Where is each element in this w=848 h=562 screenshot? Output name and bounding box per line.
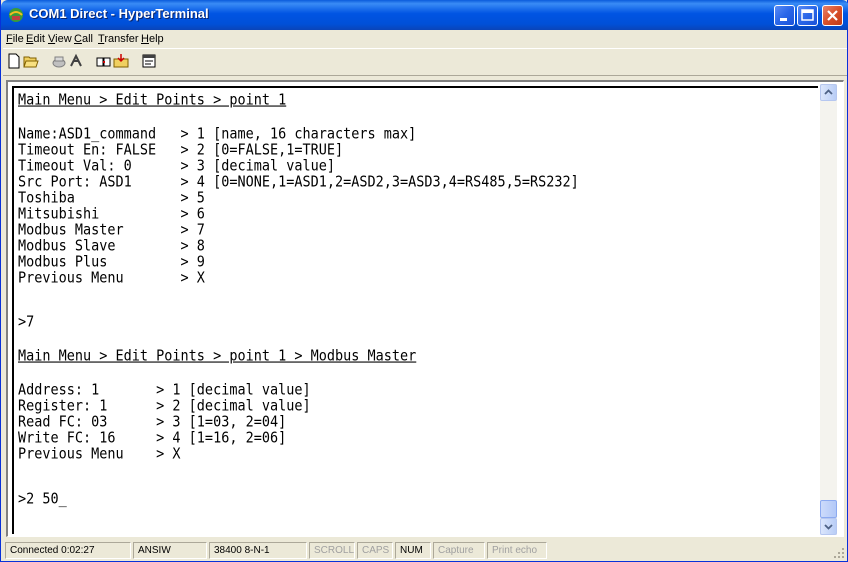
receive-icon[interactable] [113, 53, 129, 69]
open-icon[interactable] [23, 53, 39, 69]
status-bar: Connected 0:02:27 ANSIW 38400 8-N-1 SCRO… [3, 540, 847, 561]
terminal-line: Src Port: ASD1 > 4 [0=NONE,1=ASD1,2=ASD2… [18, 173, 579, 191]
terminal-screen[interactable]: Main Menu > Edit Points > point 1 Name:A… [10, 84, 818, 534]
hyperterminal-window: COM1 Direct - HyperTerminal File Edit Vi… [0, 0, 848, 562]
terminal-frame: Main Menu > Edit Points > point 1 Name:A… [6, 80, 844, 537]
terminal-line: Previous Menu > X [18, 269, 205, 287]
terminal-line: Name:ASD1_command > 1 [name, 16 characte… [18, 125, 417, 143]
menu-edit[interactable]: Edit [26, 33, 45, 45]
terminal-input-line[interactable]: >2 50_ [18, 490, 67, 508]
status-capture: Capture [433, 542, 485, 559]
terminal-line: Mitsubishi > 6 [18, 205, 205, 223]
terminal-line: Read FC: 03 > 3 [1=03, 2=04] [18, 413, 287, 431]
terminal-line: Write FC: 16 > 4 [1=16, 2=06] [18, 429, 287, 447]
minimize-button[interactable] [774, 5, 795, 26]
status-scroll: SCROLL [309, 542, 355, 559]
status-print-echo: Print echo [487, 542, 547, 559]
breadcrumb: Main Menu > Edit Points > point 1 [18, 91, 287, 109]
breadcrumb: Main Menu > Edit Points > point 1 > Modb… [18, 347, 417, 365]
terminal-line: Previous Menu > X [18, 445, 181, 463]
terminal-line: Timeout Val: 0 > 3 [decimal value] [18, 157, 335, 175]
toolbar [3, 48, 847, 76]
resize-grip-icon[interactable] [833, 547, 845, 559]
menu-transfer[interactable]: Transfer [98, 33, 139, 45]
maximize-button[interactable] [797, 5, 818, 26]
menu-view[interactable]: View [48, 33, 72, 45]
status-connected-time: Connected 0:02:27 [5, 542, 131, 559]
title-bar[interactable]: COM1 Direct - HyperTerminal [1, 0, 848, 30]
vertical-scrollbar[interactable] [820, 84, 837, 535]
close-button[interactable] [822, 5, 843, 26]
new-connection-icon[interactable] [6, 53, 22, 69]
scroll-up-button[interactable] [820, 84, 837, 101]
menu-file[interactable]: File [6, 33, 24, 45]
status-emulation: ANSIW [133, 542, 207, 559]
properties-icon[interactable] [141, 53, 157, 69]
status-caps: CAPS [357, 542, 393, 559]
terminal-line: >7 [18, 313, 35, 331]
terminal-line: Toshiba > 5 [18, 189, 205, 207]
menu-help[interactable]: Help [141, 33, 164, 45]
disconnect-icon[interactable] [68, 53, 84, 69]
status-num: NUM [395, 542, 431, 559]
terminal-line: Timeout En: FALSE > 2 [0=FALSE,1=TRUE] [18, 141, 344, 159]
terminal-line: Register: 1 > 2 [decimal value] [18, 397, 311, 415]
connect-icon[interactable] [51, 53, 67, 69]
menu-call[interactable]: Call [74, 33, 93, 45]
terminal-line: Modbus Master > 7 [18, 221, 205, 239]
send-icon[interactable] [96, 53, 112, 69]
terminal-line: Modbus Slave > 8 [18, 237, 205, 255]
menu-bar: File Edit View Call Transfer Help [3, 30, 847, 48]
scroll-down-button[interactable] [820, 518, 837, 535]
status-port-settings: 38400 8-N-1 [209, 542, 307, 559]
window-title: COM1 Direct - HyperTerminal [29, 6, 209, 21]
hyperterminal-app-icon[interactable] [8, 7, 24, 23]
terminal-line: Modbus Plus > 9 [18, 253, 205, 271]
scrollbar-thumb[interactable] [820, 500, 837, 518]
terminal-line: Address: 1 > 1 [decimal value] [18, 381, 311, 399]
